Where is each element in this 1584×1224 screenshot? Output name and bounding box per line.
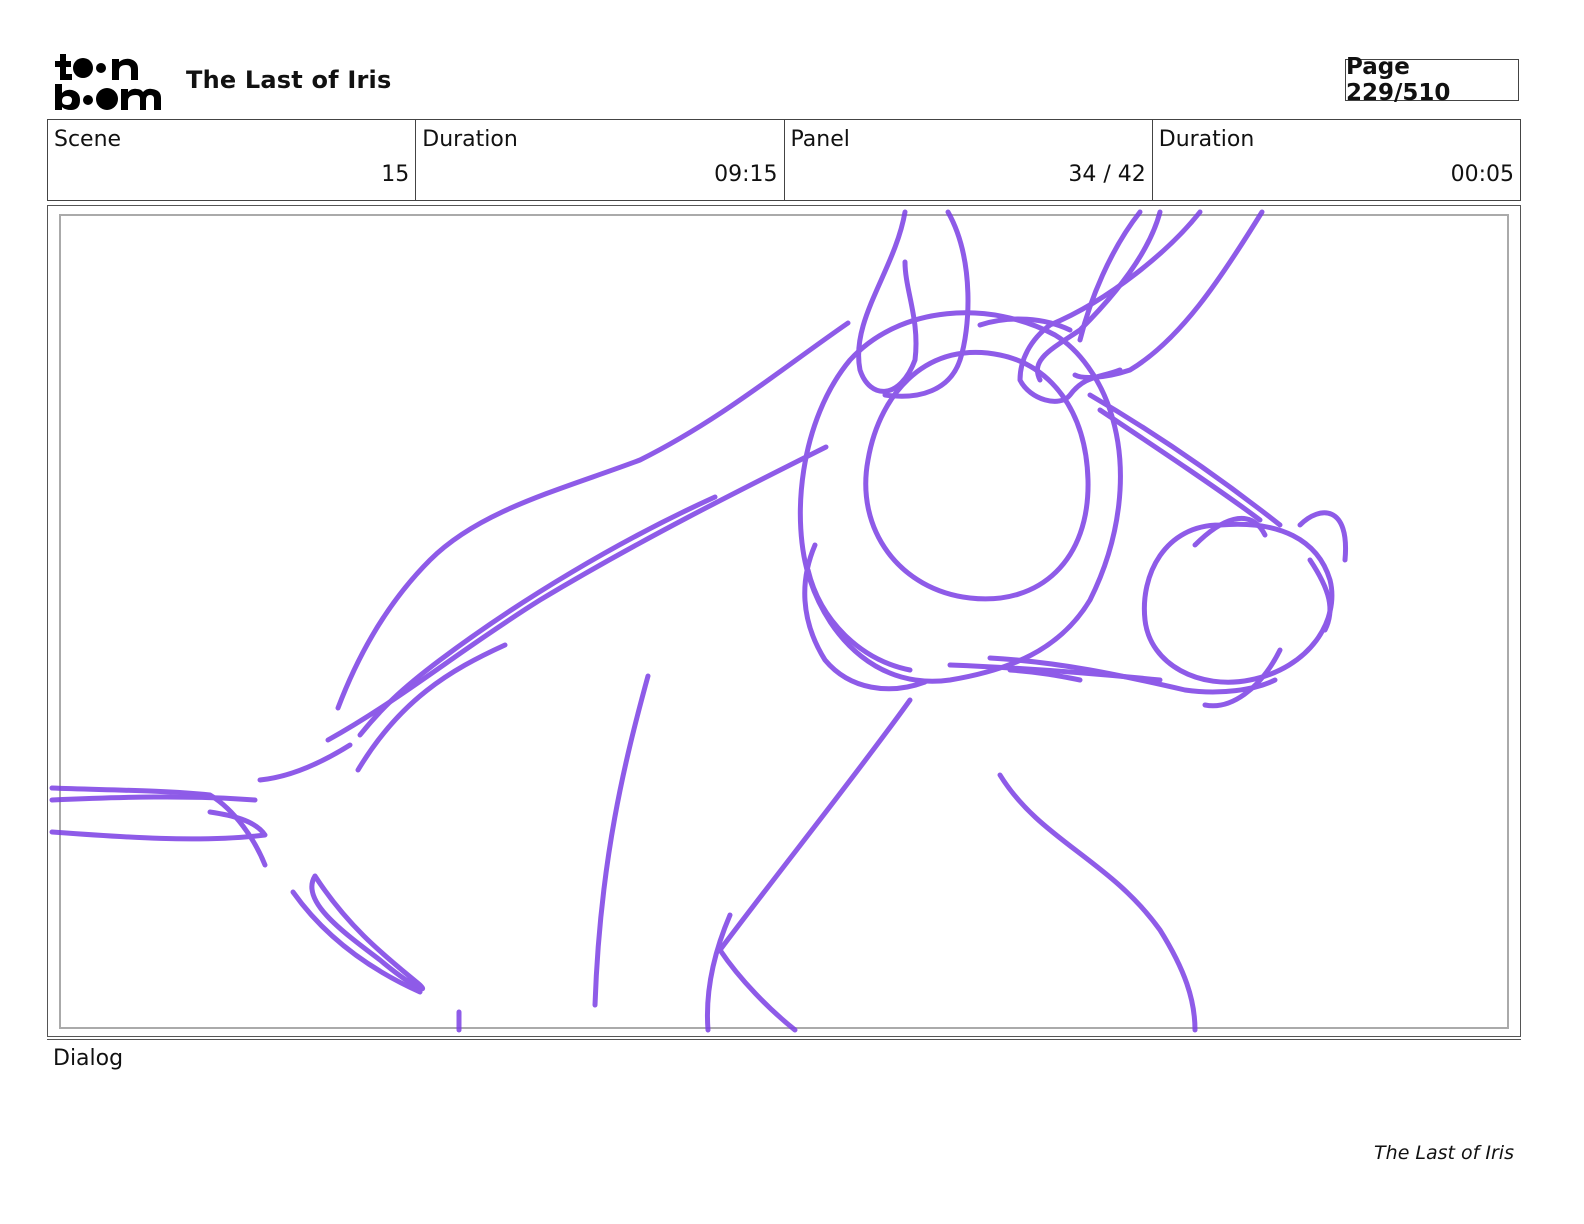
scene-label: Scene	[54, 127, 122, 152]
panel-cell: Panel 34 / 42	[785, 120, 1153, 200]
panel-value: 34 / 42	[1068, 162, 1146, 187]
dialog-divider	[47, 1039, 1521, 1040]
panel-label: Panel	[790, 127, 850, 152]
panel-duration-cell: Duration 00:05	[1153, 120, 1520, 200]
dialog-label: Dialog	[53, 1046, 124, 1071]
panel-duration-value: 00:05	[1450, 162, 1514, 187]
panel-sketch-image	[49, 209, 1349, 1033]
scene-value: 15	[381, 162, 410, 187]
scene-duration-cell: Duration 09:15	[416, 120, 785, 200]
panel-duration-label: Duration	[1158, 127, 1255, 152]
scene-duration-value: 09:15	[714, 162, 778, 187]
scene-cell: Scene 15	[48, 120, 417, 200]
footer-project-title: The Last of Iris	[1374, 1142, 1514, 1164]
panel-info-table: Scene 15 Duration 09:15 Panel 34 / 42 Du…	[47, 119, 1521, 201]
toon-boom-logo	[55, 54, 161, 110]
page-indicator: Page 229/510	[1345, 54, 1519, 106]
scene-duration-label: Duration	[422, 127, 518, 152]
project-title: The Last of Iris	[186, 66, 392, 94]
